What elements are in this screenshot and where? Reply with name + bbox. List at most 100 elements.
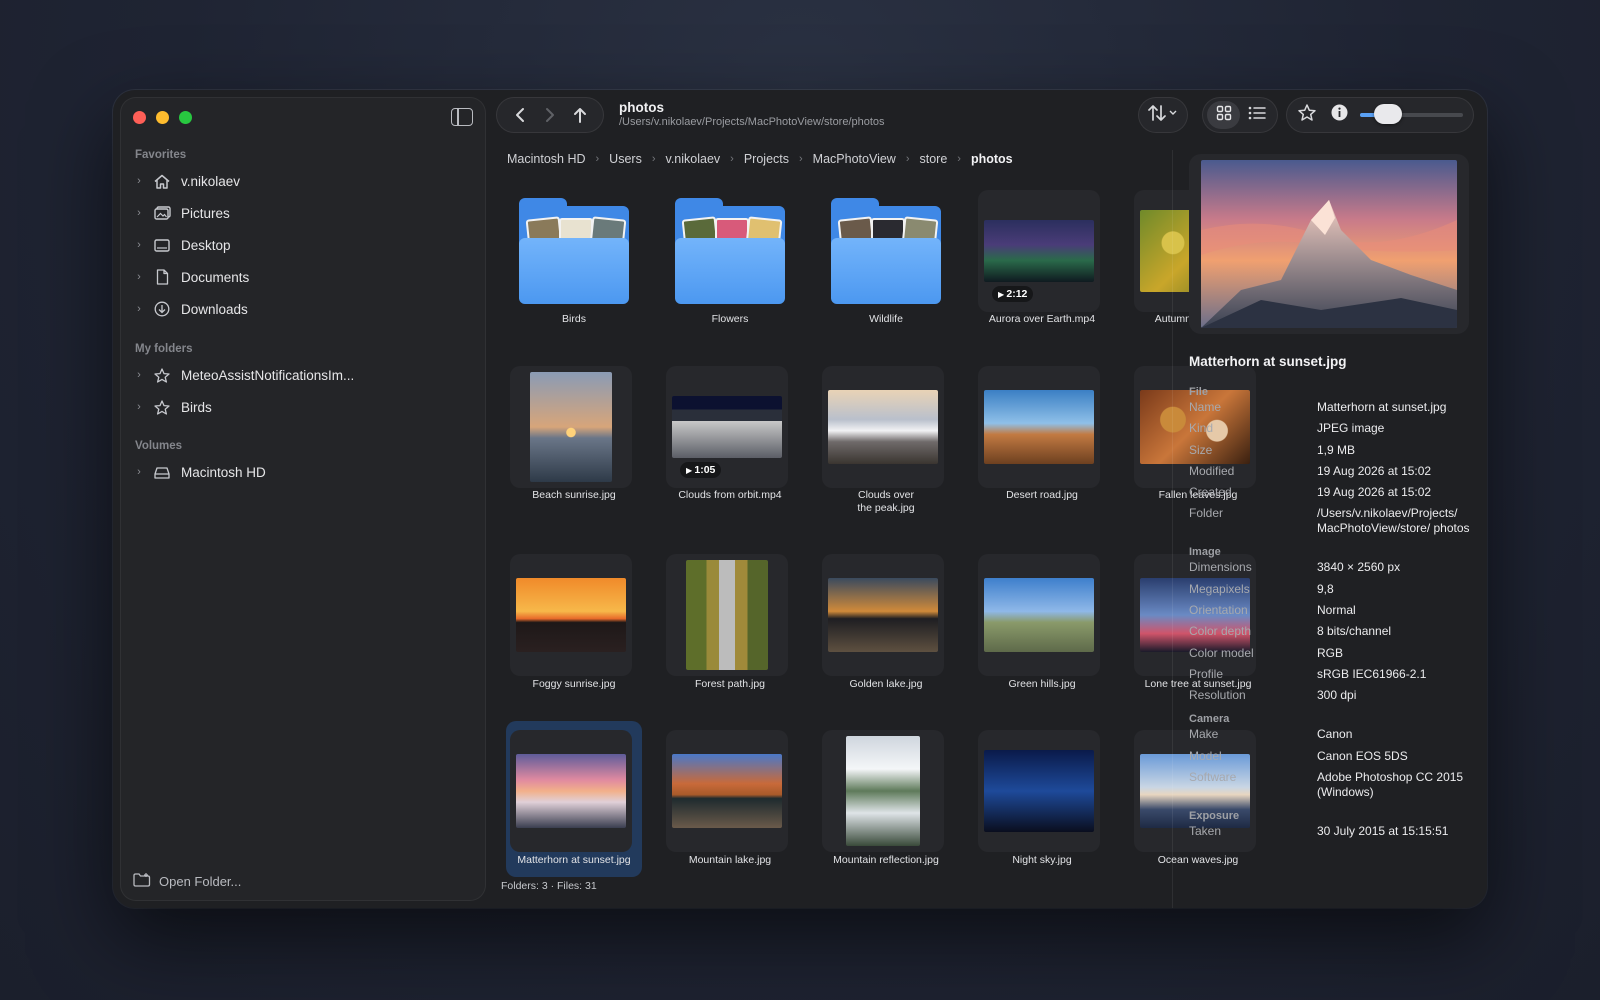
chevron-right-icon: › <box>651 153 656 165</box>
item-name: Matterhorn at sunset.jpg <box>517 854 631 866</box>
chevron-right-icon[interactable]: › <box>131 271 147 283</box>
sidebar-item-label: Birds <box>181 399 212 415</box>
sidebar-item-downloads[interactable]: › Downloads <box>131 296 475 322</box>
inspector-row: Size 1,9 MB <box>1189 443 1479 458</box>
chevron-right-icon[interactable]: › <box>131 175 147 187</box>
inspector-details: File Name Matterhorn at sunset.jpg Kind JPEG… <box>1189 386 1479 845</box>
item-name: Flowers <box>711 313 749 325</box>
minimize-window-button[interactable] <box>156 111 169 124</box>
breadcrumb-item[interactable]: Macintosh HD <box>507 152 586 166</box>
inspector-value: Adobe Photoshop CC 2015 (Windows) <box>1317 769 1464 799</box>
inspector-key: Modified <box>1189 463 1235 478</box>
inspector-key: Megapixels <box>1189 581 1250 596</box>
thumbnail-image <box>984 220 1094 282</box>
preview-image <box>1201 160 1457 328</box>
inspector-toolbar-group <box>1286 97 1474 133</box>
sidebar-item-birds[interactable]: › Birds <box>131 394 475 420</box>
chevron-right-icon: › <box>957 153 961 165</box>
forward-button[interactable] <box>537 102 563 128</box>
sidebar-toggle-icon[interactable] <box>451 108 473 126</box>
open-folder-button[interactable]: Open Folder... <box>133 873 241 890</box>
sidebar-item-label: Pictures <box>181 205 230 221</box>
inspector-key: Software <box>1189 769 1237 784</box>
inspector-value: Canon <box>1317 727 1353 742</box>
chevron-right-icon[interactable]: › <box>131 303 147 315</box>
thumbnail-image <box>672 754 782 828</box>
info-icon <box>1331 104 1348 126</box>
back-button[interactable] <box>507 102 533 128</box>
drive-icon <box>153 464 171 480</box>
inspector-section-heading: Camera <box>1189 713 1230 726</box>
download-icon <box>153 301 171 317</box>
open-folder-label: Open Folder... <box>159 874 242 889</box>
thumbnail-image <box>984 390 1094 464</box>
inspector-value: sRGB IEC61966-2.1 <box>1317 666 1427 681</box>
up-button[interactable] <box>567 102 593 128</box>
inspector-row: Created 19 Aug 2026 at 15:02 <box>1189 485 1479 500</box>
title-block: photos /Users/v.nikolaev/Projects/MacPho… <box>619 100 885 128</box>
inspector-value: Normal <box>1317 603 1356 618</box>
folder-title: photos <box>619 100 664 115</box>
item-name: Mountain reflection.jpg <box>833 854 939 866</box>
sort-menu-button[interactable] <box>1138 97 1188 133</box>
breadcrumb-item[interactable]: Users <box>609 152 642 166</box>
inspector-key: Kind <box>1189 421 1214 436</box>
breadcrumb-item[interactable]: v.nikolaev <box>666 152 721 166</box>
thumbnail-frame <box>978 366 1100 488</box>
sidebar-item-label: Downloads <box>181 301 248 317</box>
inspector-section-heading: File <box>1189 386 1208 398</box>
inspector-row: Profile sRGB IEC61966-2.1 <box>1189 667 1479 682</box>
info-button[interactable] <box>1323 101 1355 129</box>
document-icon <box>153 269 171 285</box>
sort-icon <box>1148 104 1178 127</box>
section-volumes: Volumes <box>135 440 183 452</box>
sidebar-item-documents[interactable]: › Documents <box>131 264 475 290</box>
inspector-value: 30 July 2015 at 15:15:51 <box>1317 823 1449 838</box>
sidebar-item-macintosh-hd[interactable]: › Macintosh HD <box>131 459 475 485</box>
breadcrumb-item[interactable]: MacPhotoView <box>813 152 896 166</box>
inspector-row: Software Adobe Photoshop CC 2015 (Windows… <box>1189 770 1479 800</box>
thumbnail-frame <box>510 366 632 488</box>
breadcrumb-item[interactable]: photos <box>971 152 1013 166</box>
thumbnail-frame <box>510 730 632 852</box>
sidebar-item-label: v.nikolaev <box>181 173 241 189</box>
thumbnail-frame <box>822 366 944 488</box>
navigation-group <box>496 97 604 133</box>
sidebar-item-home[interactable]: › v.nikolaev <box>131 168 475 194</box>
item-name: Mountain lake.jpg <box>688 854 772 866</box>
zoom-slider[interactable] <box>1359 104 1463 124</box>
chevron-right-icon[interactable]: › <box>131 239 147 251</box>
sidebar-item-label: Documents <box>181 269 250 285</box>
inspector-key: Color model <box>1189 645 1254 660</box>
item-name: Aurora over Earth.mp4 <box>988 313 1096 325</box>
grid-view-button[interactable] <box>1207 101 1240 129</box>
breadcrumb-item[interactable]: store <box>920 152 948 166</box>
thumbnail-image <box>984 578 1094 652</box>
breadcrumb-item[interactable]: Projects <box>744 152 789 166</box>
inspector-value: Matterhorn at sunset.jpg <box>1317 400 1447 414</box>
duration-label: 1:05 <box>694 464 716 476</box>
inspector-row: Orientation Normal <box>1189 603 1479 618</box>
star-icon <box>153 367 171 383</box>
thumbnail-image <box>828 578 938 652</box>
favorite-button[interactable] <box>1291 101 1323 129</box>
close-window-button[interactable] <box>133 111 146 124</box>
list-view-button[interactable] <box>1240 101 1273 129</box>
inspector-key: Name <box>1189 400 1222 414</box>
sidebar-item-desktop[interactable]: › Desktop <box>131 232 475 258</box>
folder-icon <box>519 198 629 304</box>
sidebar-item-label: MeteoAssistNotificationsIm... <box>181 367 355 383</box>
zoom-window-button[interactable] <box>179 111 192 124</box>
thumbnail-frame <box>666 730 788 852</box>
chevron-right-icon[interactable]: › <box>131 369 147 381</box>
sidebar-item-meteoassist[interactable]: › MeteoAssistNotificationsIm... <box>131 362 475 388</box>
inspector-row: Color depth 8 bits/channel <box>1189 624 1479 639</box>
chevron-right-icon[interactable]: › <box>131 401 147 413</box>
inspector-value: 300 dpi <box>1317 688 1357 703</box>
chevron-right-icon[interactable]: › <box>131 207 147 219</box>
thumbnail-frame <box>978 730 1100 852</box>
zoom-slider-knob[interactable] <box>1374 104 1403 124</box>
item-name: Desert road.jpg <box>1006 489 1078 501</box>
chevron-right-icon[interactable]: › <box>131 466 147 478</box>
sidebar-item-pictures[interactable]: › Pictures <box>131 200 475 226</box>
